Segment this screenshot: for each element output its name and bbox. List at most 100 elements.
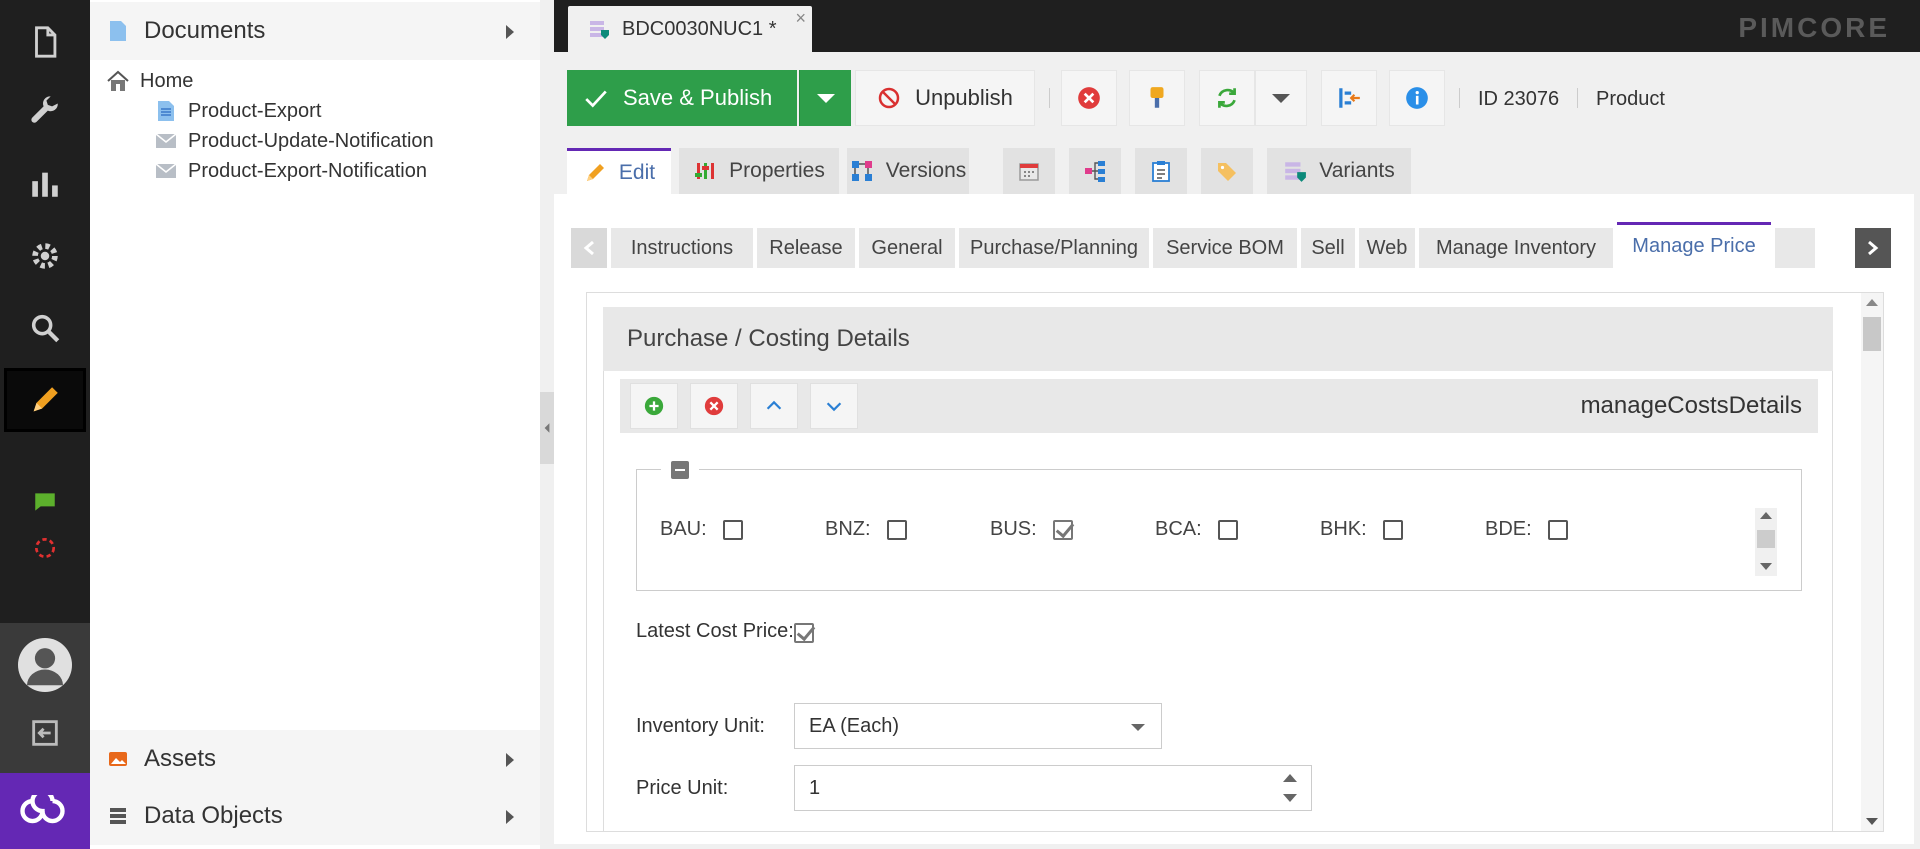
checkbox-box[interactable] bbox=[1547, 519, 1568, 540]
latest-cost-row: Latest Cost Price: bbox=[636, 619, 814, 644]
chevron-down-icon[interactable] bbox=[1131, 724, 1145, 731]
collection-title: manageCostsDetails bbox=[1580, 392, 1802, 419]
move-down-button[interactable] bbox=[810, 383, 858, 429]
tree-item-label: Home bbox=[140, 69, 194, 92]
data-objects-header-label: Data Objects bbox=[144, 802, 283, 829]
minus-icon bbox=[671, 461, 689, 479]
delete-icon bbox=[1078, 87, 1100, 109]
subtab-instructions[interactable]: Instructions bbox=[611, 228, 753, 268]
main-navigation bbox=[0, 0, 90, 849]
gear-icon[interactable] bbox=[0, 226, 90, 286]
collapse-fieldset-button[interactable] bbox=[661, 460, 699, 480]
checkbox-box[interactable] bbox=[1382, 519, 1403, 540]
unpublish-button[interactable]: Unpublish bbox=[855, 70, 1035, 126]
toolbar-divider bbox=[1049, 88, 1050, 108]
refresh-icon[interactable] bbox=[0, 528, 90, 568]
form-scrollbar[interactable] bbox=[1861, 293, 1883, 831]
add-item-button[interactable] bbox=[630, 383, 678, 429]
remove-item-button[interactable] bbox=[690, 383, 738, 429]
scroll-thumb[interactable] bbox=[1863, 317, 1881, 351]
checkbox-bnz[interactable]: BNZ: bbox=[825, 518, 907, 541]
save-options-dropdown-button[interactable] bbox=[799, 70, 851, 126]
wrench-icon[interactable] bbox=[0, 82, 90, 142]
assets-accordion-header[interactable]: Assets bbox=[90, 730, 540, 788]
manage-price-form: Purchase / Costing Details manageCostsDe… bbox=[586, 292, 1884, 832]
subtab-manage-price[interactable]: Manage Price bbox=[1617, 222, 1771, 268]
tab-tags[interactable] bbox=[1201, 148, 1253, 194]
move-up-button[interactable] bbox=[750, 383, 798, 429]
subtab-overflow[interactable] bbox=[1775, 228, 1815, 268]
reload-icon bbox=[1218, 88, 1236, 108]
tab-properties-label: Properties bbox=[729, 159, 825, 182]
search-icon[interactable] bbox=[0, 298, 90, 358]
latest-cost-checkbox[interactable] bbox=[794, 623, 814, 643]
subtab-sell[interactable]: Sell bbox=[1301, 228, 1355, 268]
delete-button[interactable] bbox=[1061, 70, 1117, 126]
pencil-icon[interactable] bbox=[4, 368, 86, 432]
checkbox-bde[interactable]: BDE: bbox=[1485, 518, 1568, 541]
subtab-service-bom[interactable]: Service BOM bbox=[1153, 228, 1297, 268]
top-bar: BDC0030NUC1 * × PIMCORE bbox=[554, 0, 1920, 52]
tab-edit[interactable]: Edit bbox=[567, 148, 671, 194]
tab-versions[interactable]: Versions bbox=[847, 148, 969, 194]
object-tab[interactable]: BDC0030NUC1 * × bbox=[568, 6, 812, 52]
tab-notes[interactable] bbox=[1135, 148, 1187, 194]
fieldset-scrollbar[interactable] bbox=[1755, 508, 1777, 576]
checkbox-box[interactable] bbox=[1217, 519, 1238, 540]
tree-item-label: Product-Export bbox=[188, 99, 322, 122]
subtab-manage-inventory[interactable]: Manage Inventory bbox=[1419, 228, 1613, 268]
tab-variants[interactable]: Variants bbox=[1267, 148, 1411, 194]
save-publish-button[interactable]: Save & Publish bbox=[567, 70, 797, 126]
chat-icon[interactable] bbox=[0, 480, 90, 524]
scroll-down-icon[interactable] bbox=[1866, 818, 1878, 825]
logout-icon[interactable] bbox=[0, 703, 90, 763]
editor-tabs: Edit Properties Versions Variants bbox=[554, 148, 1920, 194]
subtab-release[interactable]: Release bbox=[757, 228, 855, 268]
scroll-tabs-right-button[interactable] bbox=[1855, 228, 1891, 268]
versions-icon bbox=[850, 159, 874, 183]
brand-logo-icon[interactable] bbox=[0, 773, 90, 849]
reload-options-dropdown-button[interactable] bbox=[1255, 70, 1307, 126]
subtab-purchase-planning[interactable]: Purchase/Planning bbox=[959, 228, 1149, 268]
checkbox-label: BCA: bbox=[1155, 518, 1202, 540]
tree-item-product-export[interactable]: Product-Export bbox=[90, 96, 540, 126]
price-unit-row: Price Unit: 1 bbox=[636, 765, 1312, 811]
scroll-up-icon[interactable] bbox=[1760, 512, 1772, 519]
price-unit-input[interactable]: 1 bbox=[794, 765, 1312, 811]
documents-accordion-header[interactable]: Documents bbox=[90, 2, 540, 60]
scroll-thumb[interactable] bbox=[1757, 530, 1775, 548]
checkbox-bca[interactable]: BCA: bbox=[1155, 518, 1238, 541]
tree-item-home[interactable]: Home bbox=[90, 66, 540, 96]
tab-dependencies[interactable] bbox=[1069, 148, 1121, 194]
spin-up-icon[interactable] bbox=[1283, 774, 1297, 782]
checkbox-box[interactable] bbox=[722, 519, 743, 540]
avatar[interactable] bbox=[0, 633, 90, 697]
info-button[interactable] bbox=[1389, 70, 1445, 126]
tree-item-product-export-notification[interactable]: Product-Export-Notification bbox=[90, 156, 540, 186]
scroll-tabs-left-button[interactable] bbox=[571, 228, 607, 268]
data-objects-accordion-header[interactable]: Data Objects bbox=[90, 787, 540, 845]
spin-down-icon[interactable] bbox=[1283, 794, 1297, 802]
tab-properties[interactable]: Properties bbox=[679, 148, 839, 194]
bar-chart-icon[interactable] bbox=[0, 154, 90, 214]
rename-key-button[interactable] bbox=[1129, 70, 1185, 126]
collapse-panel-handle[interactable] bbox=[540, 392, 554, 464]
subtab-general[interactable]: General bbox=[859, 228, 955, 268]
scroll-up-icon[interactable] bbox=[1866, 299, 1878, 306]
scroll-down-icon[interactable] bbox=[1760, 563, 1772, 570]
inventory-unit-select[interactable]: EA (Each) bbox=[794, 703, 1162, 749]
close-icon[interactable]: × bbox=[795, 8, 806, 29]
show-in-tree-button[interactable] bbox=[1321, 70, 1377, 126]
checkbox-box[interactable] bbox=[886, 519, 907, 540]
subtab-web[interactable]: Web bbox=[1359, 228, 1415, 268]
reload-button[interactable] bbox=[1199, 70, 1255, 126]
tree-panel: Documents Home Product-Export Product-Up… bbox=[90, 0, 540, 849]
price-unit-value: 1 bbox=[809, 776, 821, 799]
checkbox-bus[interactable]: BUS: bbox=[990, 518, 1073, 541]
checkbox-bhk[interactable]: BHK: bbox=[1320, 518, 1403, 541]
checkbox-bau[interactable]: BAU: bbox=[660, 518, 743, 541]
tab-schedule[interactable] bbox=[1003, 148, 1055, 194]
tree-item-product-update-notification[interactable]: Product-Update-Notification bbox=[90, 126, 540, 156]
file-icon[interactable] bbox=[0, 12, 90, 72]
checkbox-box[interactable] bbox=[1052, 519, 1073, 540]
